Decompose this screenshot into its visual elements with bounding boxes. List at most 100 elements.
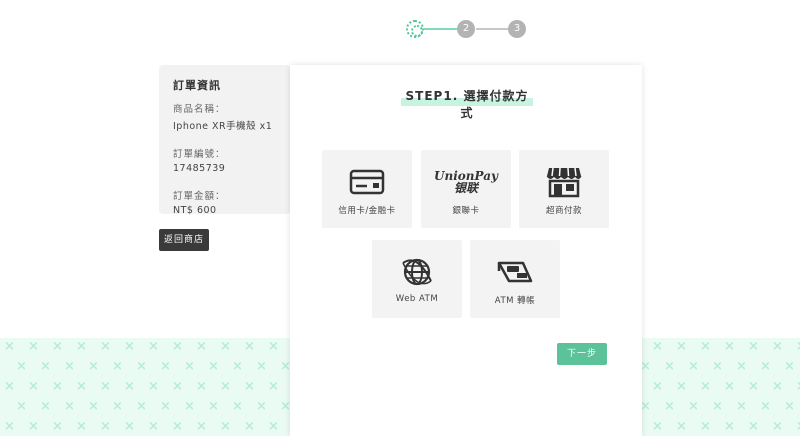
pattern-mark: ×	[100, 419, 111, 434]
pattern-mark: ×	[16, 359, 27, 374]
pattern-mark: ×	[700, 419, 711, 434]
pattern-mark: ×	[148, 379, 159, 394]
back-to-store-button[interactable]: 返回商店	[159, 229, 209, 251]
pattern-mark: ×	[184, 359, 195, 374]
pattern-mark: ×	[136, 399, 147, 414]
pattern-mark: ×	[124, 379, 135, 394]
pattern-mark: ×	[244, 379, 255, 394]
order-number-value: 17485739	[173, 163, 226, 174]
step-3-indicator: 3	[508, 20, 526, 38]
pattern-mark: ×	[172, 379, 183, 394]
payment-option-atm-transfer[interactable]: ATM 轉帳	[470, 240, 560, 318]
pattern-mark: ×	[172, 419, 183, 434]
pattern-mark: ×	[4, 339, 15, 354]
pattern-mark: ×	[220, 379, 231, 394]
pattern-mark: ×	[700, 339, 711, 354]
pattern-mark: ×	[652, 419, 663, 434]
convenience-store-label: 超商付款	[545, 206, 582, 216]
pattern-mark: ×	[736, 359, 747, 374]
pattern-mark: ×	[796, 420, 800, 433]
pattern-mark: ×	[208, 399, 219, 414]
pattern-mark: ×	[232, 399, 243, 414]
pattern-mark: ×	[688, 359, 699, 374]
pattern-mark: ×	[4, 419, 15, 434]
progress-stepper: 2 3	[406, 20, 526, 40]
credit-card-icon	[322, 166, 412, 198]
pattern-mark: ×	[40, 399, 51, 414]
order-number-label: 訂單編號：	[173, 149, 226, 160]
pattern-mark: ×	[88, 359, 99, 374]
pattern-mark: ×	[220, 339, 231, 354]
pattern-mark: ×	[76, 419, 87, 434]
pattern-mark: ×	[664, 359, 675, 374]
unionpay-icon: UnionPay 银联	[421, 166, 511, 198]
pattern-mark: ×	[160, 359, 171, 374]
pattern-mark: ×	[160, 399, 171, 414]
next-step-button[interactable]: 下一步	[557, 343, 607, 365]
pattern-mark: ×	[268, 379, 279, 394]
payment-option-web-atm[interactable]: Web ATM	[372, 240, 462, 318]
pattern-mark: ×	[124, 339, 135, 354]
pattern-mark: ×	[52, 339, 63, 354]
pattern-mark: ×	[184, 399, 195, 414]
pattern-mark: ×	[64, 399, 75, 414]
pattern-mark: ×	[52, 379, 63, 394]
pattern-mark: ×	[688, 399, 699, 414]
pattern-mark: ×	[28, 419, 39, 434]
pattern-mark: ×	[652, 379, 663, 394]
pattern-mark: ×	[76, 339, 87, 354]
convenience-store-icon	[519, 166, 609, 198]
pattern-mark: ×	[232, 359, 243, 374]
pattern-mark: ×	[772, 419, 783, 434]
pattern-mark: ×	[676, 339, 687, 354]
pattern-mark: ×	[196, 339, 207, 354]
payment-option-convenience-store[interactable]: 超商付款	[519, 150, 609, 228]
pattern-mark: ×	[88, 399, 99, 414]
pattern-mark: ×	[712, 399, 723, 414]
pattern-mark: ×	[28, 379, 39, 394]
unionpay-label: 銀聯卡	[452, 206, 480, 216]
product-name-value: Iphone XR手機殼 x1	[173, 121, 273, 132]
pattern-mark: ×	[76, 379, 87, 394]
pattern-mark: ×	[112, 399, 123, 414]
product-name-label: 商品名稱：	[173, 104, 226, 115]
step-1-indicator	[406, 20, 424, 38]
payment-option-credit-card[interactable]: 信用卡/金融卡	[322, 150, 412, 228]
pattern-mark: ×	[760, 359, 771, 374]
pattern-mark: ×	[748, 339, 759, 354]
pattern-mark: ×	[4, 379, 15, 394]
pattern-mark: ×	[700, 379, 711, 394]
pattern-mark: ×	[172, 339, 183, 354]
step-2-indicator: 2	[457, 20, 475, 38]
pattern-mark: ×	[796, 340, 800, 353]
pattern-mark: ×	[268, 419, 279, 434]
pattern-mark: ×	[784, 359, 795, 374]
pattern-mark: ×	[664, 399, 675, 414]
pattern-mark: ×	[100, 379, 111, 394]
pattern-mark: ×	[40, 359, 51, 374]
pattern-mark: ×	[772, 339, 783, 354]
pattern-mark: ×	[268, 339, 279, 354]
pattern-mark: ×	[136, 359, 147, 374]
payment-option-unionpay[interactable]: UnionPay 银联 銀聯卡	[421, 150, 511, 228]
web-atm-label: Web ATM	[395, 294, 439, 304]
pattern-mark: ×	[724, 339, 735, 354]
atm-transfer-icon	[470, 256, 560, 288]
pattern-mark: ×	[724, 379, 735, 394]
unionpay-logo-chinese: 银联	[453, 181, 478, 195]
pattern-mark: ×	[16, 399, 27, 414]
pattern-mark: ×	[796, 380, 800, 393]
order-amount-value: NT$ 600	[173, 205, 217, 216]
pattern-mark: ×	[244, 339, 255, 354]
pattern-mark: ×	[748, 419, 759, 434]
pattern-mark: ×	[256, 359, 267, 374]
pattern-mark: ×	[208, 359, 219, 374]
step-title: STEP1. 選擇付款方式	[401, 87, 533, 120]
order-info-panel: 訂單資訊 商品名稱： Iphone XR手機殼 x1 訂單編號： 1748573…	[159, 65, 291, 216]
payment-method-card: STEP1. 選擇付款方式 信用卡/金融卡 UnionPay 银联 銀聯卡 超商…	[290, 65, 642, 436]
pattern-mark: ×	[772, 379, 783, 394]
pattern-mark: ×	[712, 359, 723, 374]
pattern-mark: ×	[124, 419, 135, 434]
pattern-mark: ×	[784, 399, 795, 414]
pattern-mark: ×	[148, 339, 159, 354]
